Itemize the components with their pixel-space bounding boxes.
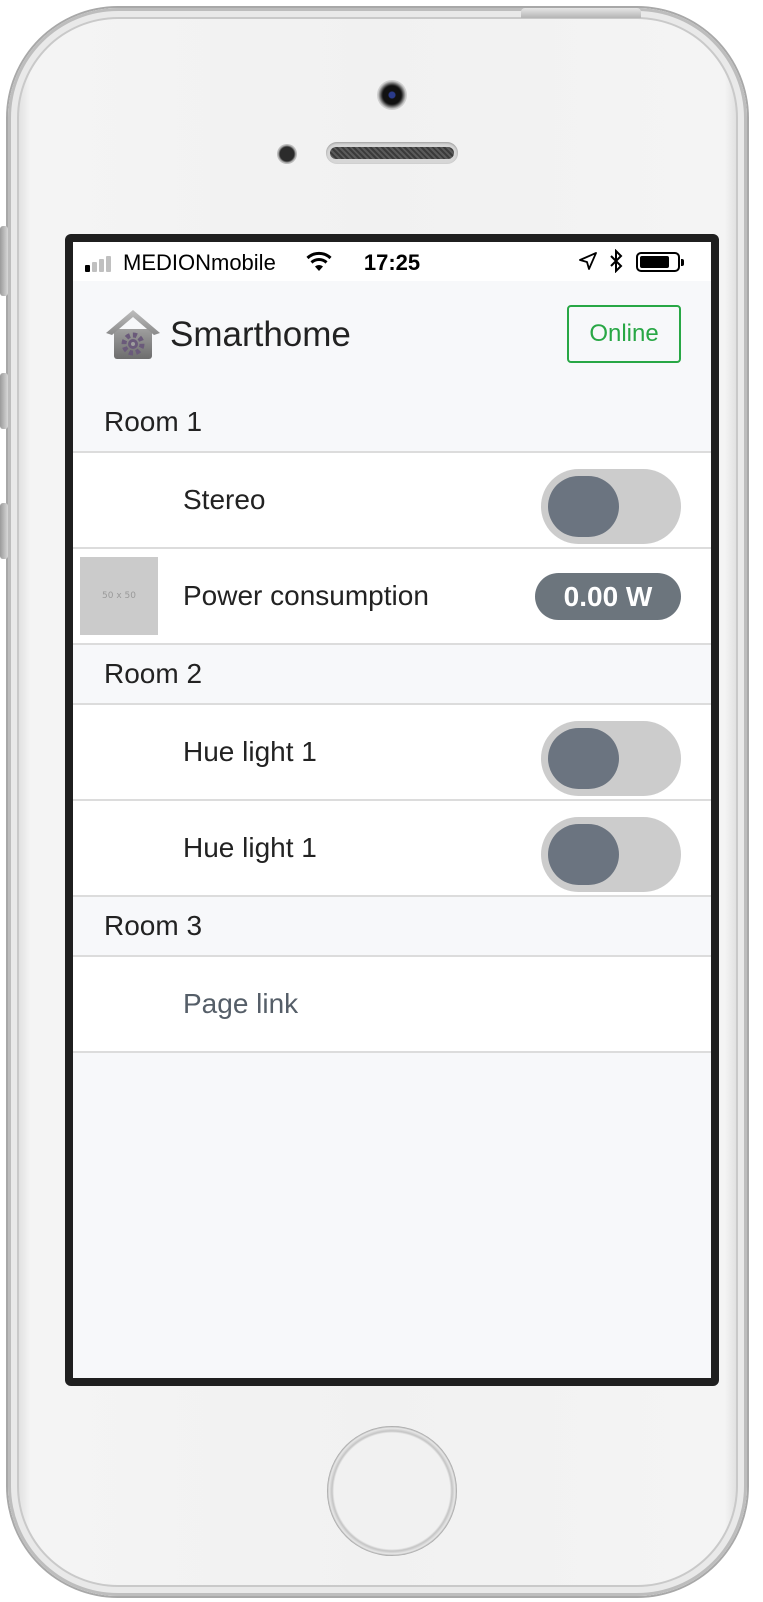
list-item-hue-light: Hue light 1 — [73, 705, 711, 801]
page-title: Smarthome — [170, 315, 351, 354]
home-button[interactable] — [327, 1426, 457, 1556]
placeholder-image: 50 x 50 — [80, 557, 158, 635]
room-section: Room 3 Page link — [73, 897, 711, 1053]
item-label: Hue light 1 — [183, 832, 317, 863]
mute-switch — [0, 226, 8, 296]
screen-bezel: MEDIONmobile 17:25 Smarthome Online Room… — [65, 234, 719, 1386]
battery-icon — [636, 252, 684, 272]
phone-frame: MEDIONmobile 17:25 Smarthome Online Room… — [0, 8, 747, 1596]
list-item-stereo: Stereo — [73, 453, 711, 549]
room-section: Room 1 Stereo 50 x 50 Power consumption … — [73, 393, 711, 645]
power-button — [521, 8, 641, 18]
room-section: Room 2 Hue light 1 Hue light 1 — [73, 645, 711, 897]
bluetooth-icon — [610, 249, 623, 273]
power-value-badge: 0.00 W — [535, 573, 681, 620]
list-item-hue-light: Hue light 1 — [73, 801, 711, 897]
location-arrow-icon — [579, 252, 597, 270]
list-item-page-link[interactable]: Page link — [73, 957, 711, 1053]
hue-light-toggle[interactable] — [541, 721, 681, 796]
online-status-button[interactable]: Online — [567, 305, 681, 363]
item-label: Stereo — [183, 484, 266, 515]
room-header: Room 2 — [73, 645, 711, 705]
toggle-knob — [548, 728, 619, 789]
stereo-toggle[interactable] — [541, 469, 681, 544]
item-label: Hue light 1 — [183, 736, 317, 767]
status-bar: MEDIONmobile 17:25 — [73, 242, 711, 281]
room-header: Room 1 — [73, 393, 711, 453]
page-link[interactable]: Page link — [183, 957, 298, 1051]
app-display: MEDIONmobile 17:25 Smarthome Online Room… — [73, 242, 711, 1378]
battery-fill — [640, 256, 669, 268]
toggle-knob — [548, 824, 619, 885]
toggle-knob — [548, 476, 619, 537]
hue-light-toggle[interactable] — [541, 817, 681, 892]
house-gear-icon — [106, 310, 160, 359]
volume-up-button — [0, 373, 8, 429]
front-camera — [377, 80, 407, 110]
earpiece-speaker — [326, 142, 458, 164]
item-label: Power consumption — [183, 580, 429, 611]
list-item-power-consumption: 50 x 50 Power consumption 0.00 W — [73, 549, 711, 645]
room-header: Room 3 — [73, 897, 711, 957]
app-header: Smarthome Online — [73, 281, 711, 393]
proximity-sensor — [277, 144, 297, 164]
volume-down-button — [0, 503, 8, 559]
